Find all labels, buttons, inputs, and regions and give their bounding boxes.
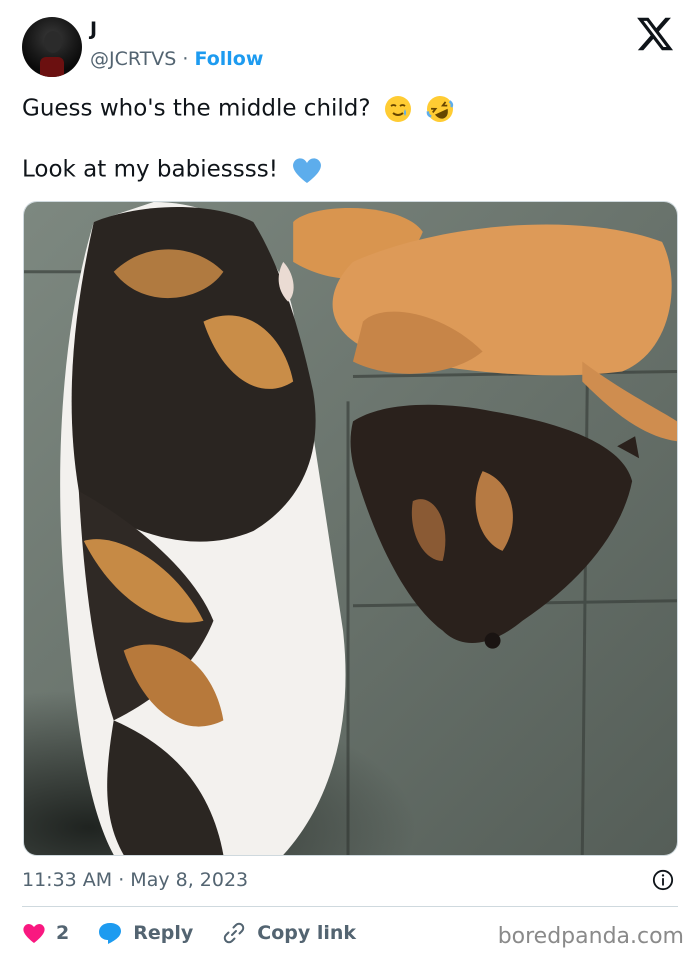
blue-heart-icon	[293, 158, 322, 183]
author-handle-row: @JCRTVS · Follow	[90, 48, 263, 70]
like-count: 2	[56, 922, 70, 944]
follow-button[interactable]: Follow	[195, 48, 264, 70]
link-icon	[224, 922, 245, 944]
reply-bubble-icon	[99, 923, 122, 944]
reply-label: Reply	[133, 922, 194, 944]
smiling-face-with-tear-icon	[384, 96, 411, 122]
rolling-on-floor-laughing-icon	[426, 96, 454, 122]
copy-link-label: Copy link	[257, 922, 357, 944]
like-button[interactable]: 2	[22, 922, 69, 944]
copy-link-button[interactable]: Copy link	[221, 921, 356, 945]
avatar-shirt	[40, 57, 64, 77]
separator-dot: ·	[182, 48, 189, 70]
action-bar: 2 Reply Copy link	[22, 919, 384, 947]
tweet-text-line1: Guess who's the middle child?	[22, 94, 455, 124]
tweet-text-2: Look at my babiessss!	[22, 156, 278, 183]
tweet-photo[interactable]	[23, 201, 678, 856]
watermark: boredpanda.com	[497, 924, 684, 949]
avatar[interactable]	[22, 17, 82, 77]
divider	[22, 906, 678, 907]
tweet-text: Guess who's the middle child?	[22, 95, 371, 122]
info-icon[interactable]	[652, 869, 674, 891]
author-handle[interactable]: @JCRTVS	[90, 48, 176, 70]
author-name[interactable]: J	[90, 18, 97, 40]
reply-button[interactable]: Reply	[97, 921, 193, 945]
tweet-timestamp[interactable]: 11:33 AM · May 8, 2023	[22, 869, 248, 891]
tweet-card: J @JCRTVS · Follow Guess who's the middl…	[0, 0, 700, 959]
x-logo-icon[interactable]	[635, 14, 675, 54]
tweet-text-line2: Look at my babiessss!	[22, 155, 323, 185]
avatar-head	[44, 31, 62, 53]
heart-icon	[23, 924, 45, 943]
